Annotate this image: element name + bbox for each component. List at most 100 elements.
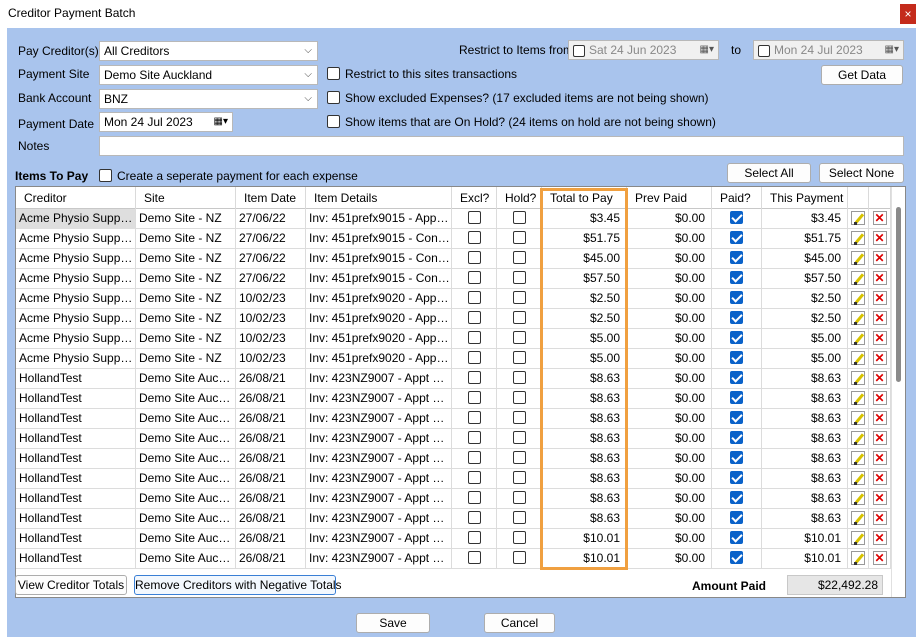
cell-this-payment[interactable]: $8.63 <box>762 389 848 409</box>
table-row[interactable]: HollandTest Demo Site Auckl... 26/08/21 Inv… <box>16 509 905 529</box>
delete-icon[interactable]: ✕ <box>872 390 887 405</box>
delete-icon[interactable]: ✕ <box>872 410 887 425</box>
delete-icon[interactable]: ✕ <box>872 290 887 305</box>
separate-payment-checkbox[interactable]: Create a seperate payment for each expen… <box>99 169 358 183</box>
restrict-to-date[interactable]: Mon 24 Jul 2023 ▦▾ <box>753 40 904 60</box>
hold-checkbox[interactable] <box>512 311 526 325</box>
pencil-icon[interactable] <box>851 390 865 405</box>
col-header-prev-paid[interactable]: Prev Paid <box>627 187 712 209</box>
pencil-icon[interactable] <box>851 210 865 225</box>
pencil-icon[interactable] <box>851 270 865 285</box>
pencil-icon[interactable] <box>851 250 865 265</box>
paid-checkbox[interactable] <box>730 451 743 465</box>
payment-site-select[interactable]: Demo Site Auckland ⌵ <box>99 65 318 85</box>
pencil-icon[interactable] <box>851 290 865 305</box>
hold-checkbox[interactable] <box>512 351 526 365</box>
restrict-from-date[interactable]: Sat 24 Jun 2023 ▦▾ <box>568 40 719 60</box>
cell-this-payment[interactable]: $5.00 <box>762 349 848 369</box>
excl-checkbox[interactable] <box>467 311 481 325</box>
hold-checkbox[interactable] <box>512 211 526 225</box>
hold-checkbox[interactable] <box>512 511 526 525</box>
pencil-icon[interactable] <box>851 350 865 365</box>
cell-this-payment[interactable]: $45.00 <box>762 249 848 269</box>
vertical-scrollbar[interactable] <box>891 187 905 597</box>
restrict-to-checkbox[interactable] <box>758 44 770 57</box>
paid-checkbox[interactable] <box>730 511 743 525</box>
table-row[interactable]: Acme Physio Supplie... Demo Site - NZ 10/0… <box>16 289 905 309</box>
delete-icon[interactable]: ✕ <box>872 330 887 345</box>
delete-icon[interactable]: ✕ <box>872 210 887 225</box>
excl-checkbox[interactable] <box>467 351 481 365</box>
payment-date-picker[interactable]: Mon 24 Jul 2023 ▦▾ <box>99 112 233 132</box>
delete-icon[interactable]: ✕ <box>872 450 887 465</box>
table-row[interactable]: Acme Physio Supplie... Demo Site - NZ 10/0… <box>16 329 905 349</box>
pencil-icon[interactable] <box>851 330 865 345</box>
table-row[interactable]: HollandTest Demo Site Auckl... 26/08/21 Inv… <box>16 369 905 389</box>
col-header-paid[interactable]: Paid? <box>712 187 762 209</box>
excl-checkbox[interactable] <box>467 291 481 305</box>
col-header-item-date[interactable]: Item Date <box>236 187 306 209</box>
excl-checkbox[interactable] <box>467 371 481 385</box>
paid-checkbox[interactable] <box>730 271 743 285</box>
paid-checkbox[interactable] <box>730 351 743 365</box>
cell-this-payment[interactable]: $57.50 <box>762 269 848 289</box>
pencil-icon[interactable] <box>851 410 865 425</box>
hold-checkbox[interactable] <box>512 251 526 265</box>
show-onhold-checkbox[interactable]: Show items that are On Hold? (24 items o… <box>327 115 716 129</box>
cell-this-payment[interactable]: $2.50 <box>762 289 848 309</box>
excl-checkbox[interactable] <box>467 491 481 505</box>
pay-creditors-select[interactable]: All Creditors ⌵ <box>99 41 318 61</box>
hold-checkbox[interactable] <box>512 291 526 305</box>
excl-checkbox[interactable] <box>467 391 481 405</box>
checkbox-box[interactable] <box>99 169 112 183</box>
paid-checkbox[interactable] <box>730 391 743 405</box>
table-row[interactable]: Acme Physio Supplie... Demo Site - NZ 27/0… <box>16 249 905 269</box>
get-data-button[interactable]: Get Data <box>821 65 903 85</box>
restrict-site-checkbox[interactable]: Restrict to this sites transactions <box>327 67 517 81</box>
table-row[interactable]: Acme Physio Supplie... Demo Site - NZ 10/0… <box>16 349 905 369</box>
paid-checkbox[interactable] <box>730 551 743 565</box>
checkbox-box[interactable] <box>327 67 340 81</box>
excl-checkbox[interactable] <box>467 511 481 525</box>
col-header-total-to-pay[interactable]: Total to Pay <box>542 187 627 209</box>
excl-checkbox[interactable] <box>467 211 481 225</box>
table-row[interactable]: Acme Physio Supplie... Demo Site - NZ 27/0… <box>16 269 905 289</box>
paid-checkbox[interactable] <box>730 211 743 225</box>
paid-checkbox[interactable] <box>730 231 743 245</box>
view-creditor-totals-button[interactable]: View Creditor Totals <box>15 575 127 595</box>
hold-checkbox[interactable] <box>512 231 526 245</box>
delete-icon[interactable]: ✕ <box>872 490 887 505</box>
excl-checkbox[interactable] <box>467 471 481 485</box>
cell-this-payment[interactable]: $5.00 <box>762 329 848 349</box>
hold-checkbox[interactable] <box>512 551 526 565</box>
delete-icon[interactable]: ✕ <box>872 510 887 525</box>
checkbox-box[interactable] <box>327 115 340 129</box>
pencil-icon[interactable] <box>851 310 865 325</box>
excl-checkbox[interactable] <box>467 331 481 345</box>
table-row[interactable]: HollandTest Demo Site Auckl... 26/08/21 Inv… <box>16 409 905 429</box>
delete-icon[interactable]: ✕ <box>872 550 887 565</box>
cell-this-payment[interactable]: $8.63 <box>762 489 848 509</box>
delete-icon[interactable]: ✕ <box>872 530 887 545</box>
excl-checkbox[interactable] <box>467 431 481 445</box>
cell-this-payment[interactable]: $8.63 <box>762 469 848 489</box>
cell-this-payment[interactable]: $2.50 <box>762 309 848 329</box>
pencil-icon[interactable] <box>851 530 865 545</box>
cell-this-payment[interactable]: $10.01 <box>762 529 848 549</box>
col-header-item-details[interactable]: Item Details <box>306 187 452 209</box>
bank-account-select[interactable]: BNZ ⌵ <box>99 89 318 109</box>
excl-checkbox[interactable] <box>467 231 481 245</box>
paid-checkbox[interactable] <box>730 431 743 445</box>
cell-this-payment[interactable]: $8.63 <box>762 409 848 429</box>
pencil-icon[interactable] <box>851 490 865 505</box>
cancel-button[interactable]: Cancel <box>484 613 555 633</box>
delete-icon[interactable]: ✕ <box>872 470 887 485</box>
delete-icon[interactable]: ✕ <box>872 430 887 445</box>
hold-checkbox[interactable] <box>512 531 526 545</box>
delete-icon[interactable]: ✕ <box>872 350 887 365</box>
cell-this-payment[interactable]: $3.45 <box>762 209 848 229</box>
hold-checkbox[interactable] <box>512 471 526 485</box>
hold-checkbox[interactable] <box>512 391 526 405</box>
excl-checkbox[interactable] <box>467 271 481 285</box>
table-row[interactable]: Acme Physio Supplie... Demo Site - NZ 27/0… <box>16 229 905 249</box>
